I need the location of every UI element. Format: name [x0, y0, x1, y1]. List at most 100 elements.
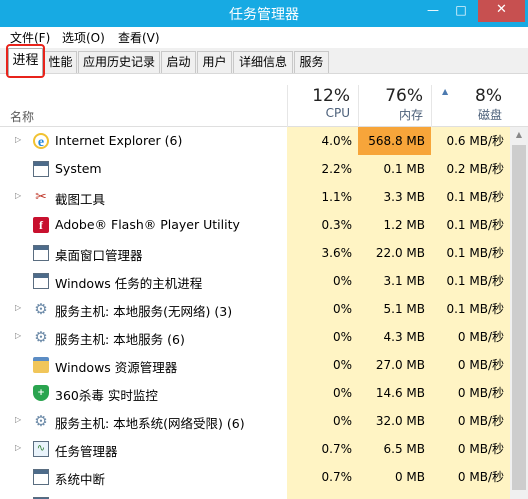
expand-arrow-icon[interactable]: ▷ — [15, 135, 23, 145]
disk-cell: 0 MB/秒 — [431, 407, 510, 435]
snipping-tool-icon: ✂ — [35, 189, 47, 205]
memory-cell: 3.1 MB — [358, 267, 431, 295]
memory-total-percent: 76% — [385, 86, 423, 106]
menu-bar: 文件(F) 选项(O) 查看(V) — [0, 27, 528, 48]
tab-strip: 进程 性能 应用历史记录 启动 用户 详细信息 服务 — [0, 48, 528, 75]
disk-cell: 0.1 MB/秒 — [431, 211, 510, 239]
process-row[interactable]: ▷ ⚙ 服务主机: 本地服务(无网络) (3) 0% 5.1 MB 0.1 MB/秒 — [0, 295, 510, 323]
window-icon — [33, 245, 49, 261]
process-row[interactable]: +360杀毒 实时监控 0% 14.6 MB 0 MB/秒 — [0, 379, 510, 407]
column-header: 名称 12% CPU 76% 内存 ▲ 8% 磁盘 — [0, 85, 528, 127]
disk-cell — [431, 491, 510, 499]
process-name: 任务管理器 — [55, 444, 118, 459]
memory-cell: 1.2 MB — [358, 211, 431, 239]
expand-arrow-icon[interactable]: ▷ — [15, 191, 23, 201]
process-name: 截图工具 — [55, 192, 106, 207]
cpu-cell: 4.0% — [287, 127, 358, 155]
shield-360-icon: + — [33, 385, 49, 401]
memory-cell: 0.1 MB — [358, 155, 431, 183]
disk-cell: 0.2 MB/秒 — [431, 155, 510, 183]
memory-cell: 568.8 MB — [358, 127, 431, 155]
disk-cell: 0.6 MB/秒 — [431, 127, 510, 155]
disk-cell: 0.1 MB/秒 — [431, 183, 510, 211]
memory-cell: 22.0 MB — [358, 239, 431, 267]
memory-cell: 6.5 MB — [358, 435, 431, 463]
internet-explorer-icon: e — [33, 133, 49, 150]
tab-users[interactable]: 用户 — [197, 51, 232, 73]
expand-arrow-icon[interactable]: ▷ — [15, 415, 23, 425]
tab-startup[interactable]: 启动 — [161, 51, 196, 73]
process-name: Internet Explorer (6) — [55, 133, 183, 148]
title-bar: 任务管理器 — □ ✕ — [0, 0, 528, 27]
process-row[interactable] — [0, 491, 510, 499]
process-name: 服务主机: 本地服务 (6) — [55, 332, 185, 347]
process-row[interactable]: f Adobe® Flash® Player Utility 0.3% 1.2 MB 0… — [0, 211, 510, 239]
tab-details[interactable]: 详细信息 — [233, 51, 293, 73]
cpu-cell: 1.1% — [287, 183, 358, 211]
menu-view[interactable]: 查看(V) — [118, 29, 160, 46]
close-button[interactable]: ✕ — [478, 0, 525, 22]
scroll-up-arrow-icon[interactable]: ▲ — [510, 127, 528, 143]
process-name: 360杀毒 实时监控 — [55, 388, 158, 403]
scrollbar-thumb[interactable] — [512, 145, 526, 490]
minimize-button[interactable]: — — [420, 0, 446, 22]
process-row[interactable]: 桌面窗口管理器 3.6% 22.0 MB 0.1 MB/秒 — [0, 239, 510, 267]
memory-cell: 32.0 MB — [358, 407, 431, 435]
process-name: 桌面窗口管理器 — [55, 248, 143, 263]
window-icon — [33, 469, 49, 485]
process-row[interactable]: ▷ ⚙ 服务主机: 本地系统(网络受限) (6) 0% 32.0 MB 0 MB/秒 — [0, 407, 510, 435]
tab-services[interactable]: 服务 — [294, 51, 329, 73]
expand-arrow-icon[interactable]: ▷ — [15, 443, 23, 453]
cpu-cell: 0% — [287, 295, 358, 323]
memory-cell — [358, 491, 431, 499]
disk-column-header[interactable]: ▲ 8% 磁盘 — [431, 85, 510, 127]
memory-cell: 4.3 MB — [358, 323, 431, 351]
cpu-cell: 0% — [287, 351, 358, 379]
cpu-cell: 0% — [287, 323, 358, 351]
cpu-column-header[interactable]: 12% CPU — [287, 85, 358, 127]
window-icon — [33, 161, 49, 177]
memory-cell: 5.1 MB — [358, 295, 431, 323]
folder-icon — [33, 357, 49, 373]
disk-column-label: 磁盘 — [477, 108, 502, 122]
process-name: 系统中断 — [55, 472, 106, 487]
gear-icon: ⚙ — [34, 300, 48, 318]
process-row[interactable]: ▷ e Internet Explorer (6) 4.0% 568.8 MB 0.6 M… — [0, 127, 510, 155]
disk-cell: 0 MB/秒 — [431, 463, 510, 491]
process-row[interactable]: ▷ ✂ 截图工具 1.1% 3.3 MB 0.1 MB/秒 — [0, 183, 510, 211]
expand-arrow-icon[interactable]: ▷ — [15, 331, 23, 341]
cpu-column-label: CPU — [325, 106, 350, 120]
sort-arrow-icon: ▲ — [442, 87, 449, 96]
menu-options[interactable]: 选项(O) — [62, 29, 105, 46]
tab-performance[interactable]: 性能 — [44, 51, 77, 73]
cpu-cell: 0.3% — [287, 211, 358, 239]
cpu-cell: 2.2% — [287, 155, 358, 183]
process-name: System — [55, 161, 102, 176]
gear-icon: ⚙ — [34, 328, 48, 346]
expand-arrow-icon[interactable]: ▷ — [15, 303, 23, 313]
process-row[interactable]: ▷ ∿ 任务管理器 0.7% 6.5 MB 0 MB/秒 — [0, 435, 510, 463]
process-row[interactable]: ▷ ⚙ 服务主机: 本地服务 (6) 0% 4.3 MB 0 MB/秒 — [0, 323, 510, 351]
process-name: Adobe® Flash® Player Utility — [55, 217, 240, 232]
cpu-cell — [287, 491, 358, 499]
memory-cell: 0 MB — [358, 463, 431, 491]
disk-cell: 0 MB/秒 — [431, 323, 510, 351]
process-name: 服务主机: 本地服务(无网络) (3) — [55, 304, 233, 319]
process-row[interactable]: Windows 资源管理器 0% 27.0 MB 0 MB/秒 — [0, 351, 510, 379]
maximize-button[interactable]: □ — [448, 0, 474, 22]
memory-cell: 14.6 MB — [358, 379, 431, 407]
process-row[interactable]: System 2.2% 0.1 MB 0.2 MB/秒 — [0, 155, 510, 183]
process-row[interactable]: Windows 任务的主机进程 0% 3.1 MB 0.1 MB/秒 — [0, 267, 510, 295]
window-icon — [33, 273, 49, 289]
disk-cell: 0 MB/秒 — [431, 435, 510, 463]
process-row[interactable]: 系统中断 0.7% 0 MB 0 MB/秒 — [0, 463, 510, 491]
memory-column-header[interactable]: 76% 内存 — [358, 85, 431, 127]
disk-cell: 0 MB/秒 — [431, 351, 510, 379]
disk-cell: 0.1 MB/秒 — [431, 267, 510, 295]
tab-app-history[interactable]: 应用历史记录 — [78, 51, 160, 73]
process-name: Windows 任务的主机进程 — [55, 276, 203, 291]
name-column-header[interactable]: 名称 — [10, 108, 34, 125]
disk-cell: 0.1 MB/秒 — [431, 239, 510, 267]
memory-cell: 27.0 MB — [358, 351, 431, 379]
memory-column-label: 内存 — [398, 108, 423, 122]
